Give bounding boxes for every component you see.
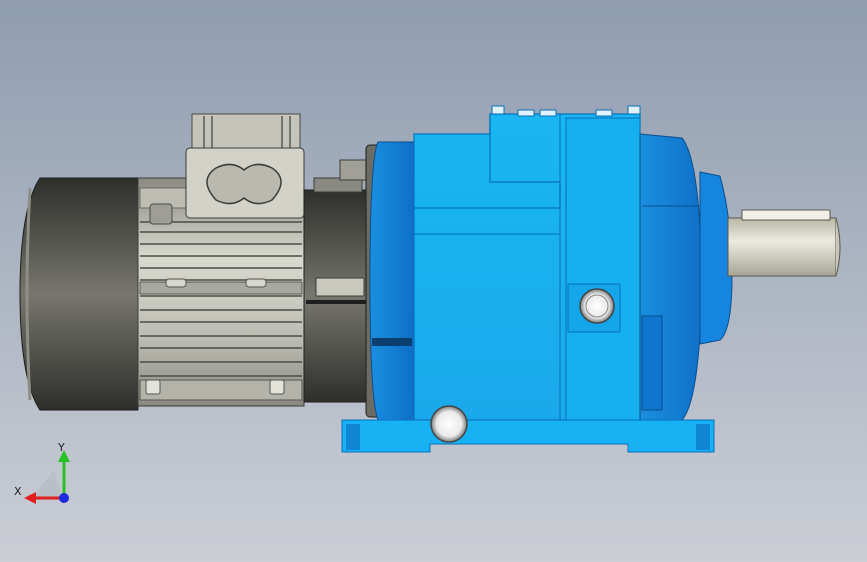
viewport-canvas[interactable] — [0, 0, 867, 562]
y-axis-label: Y — [58, 441, 65, 454]
foot-edge-right — [696, 424, 710, 450]
shaft-key — [741, 209, 831, 221]
flange-groove — [372, 338, 412, 346]
output-lower-rib — [641, 315, 663, 411]
adapter-rib — [315, 277, 365, 297]
x-axis-label: X — [14, 485, 22, 498]
graphics-viewport[interactable]: Y X — [0, 0, 867, 562]
mounting-lug-top — [149, 203, 173, 225]
rib-slot-1 — [165, 278, 187, 288]
motor-end-cap — [19, 177, 139, 411]
rib-slot-2 — [245, 278, 267, 288]
motor-mid-rib — [139, 281, 303, 295]
adapter-groove — [306, 300, 366, 304]
housing-right-block — [565, 117, 641, 421]
output-shaft — [727, 217, 837, 277]
foot-bolt-1 — [145, 379, 161, 395]
foot-edge-left — [346, 424, 360, 450]
z-axis-dot — [59, 493, 69, 503]
oil-plug-upper — [579, 288, 615, 324]
gearbox-input-flange — [369, 141, 415, 421]
oil-plug-lower — [430, 405, 468, 443]
cable-gland-plate — [206, 163, 282, 205]
foot-bolt-2 — [269, 379, 285, 395]
